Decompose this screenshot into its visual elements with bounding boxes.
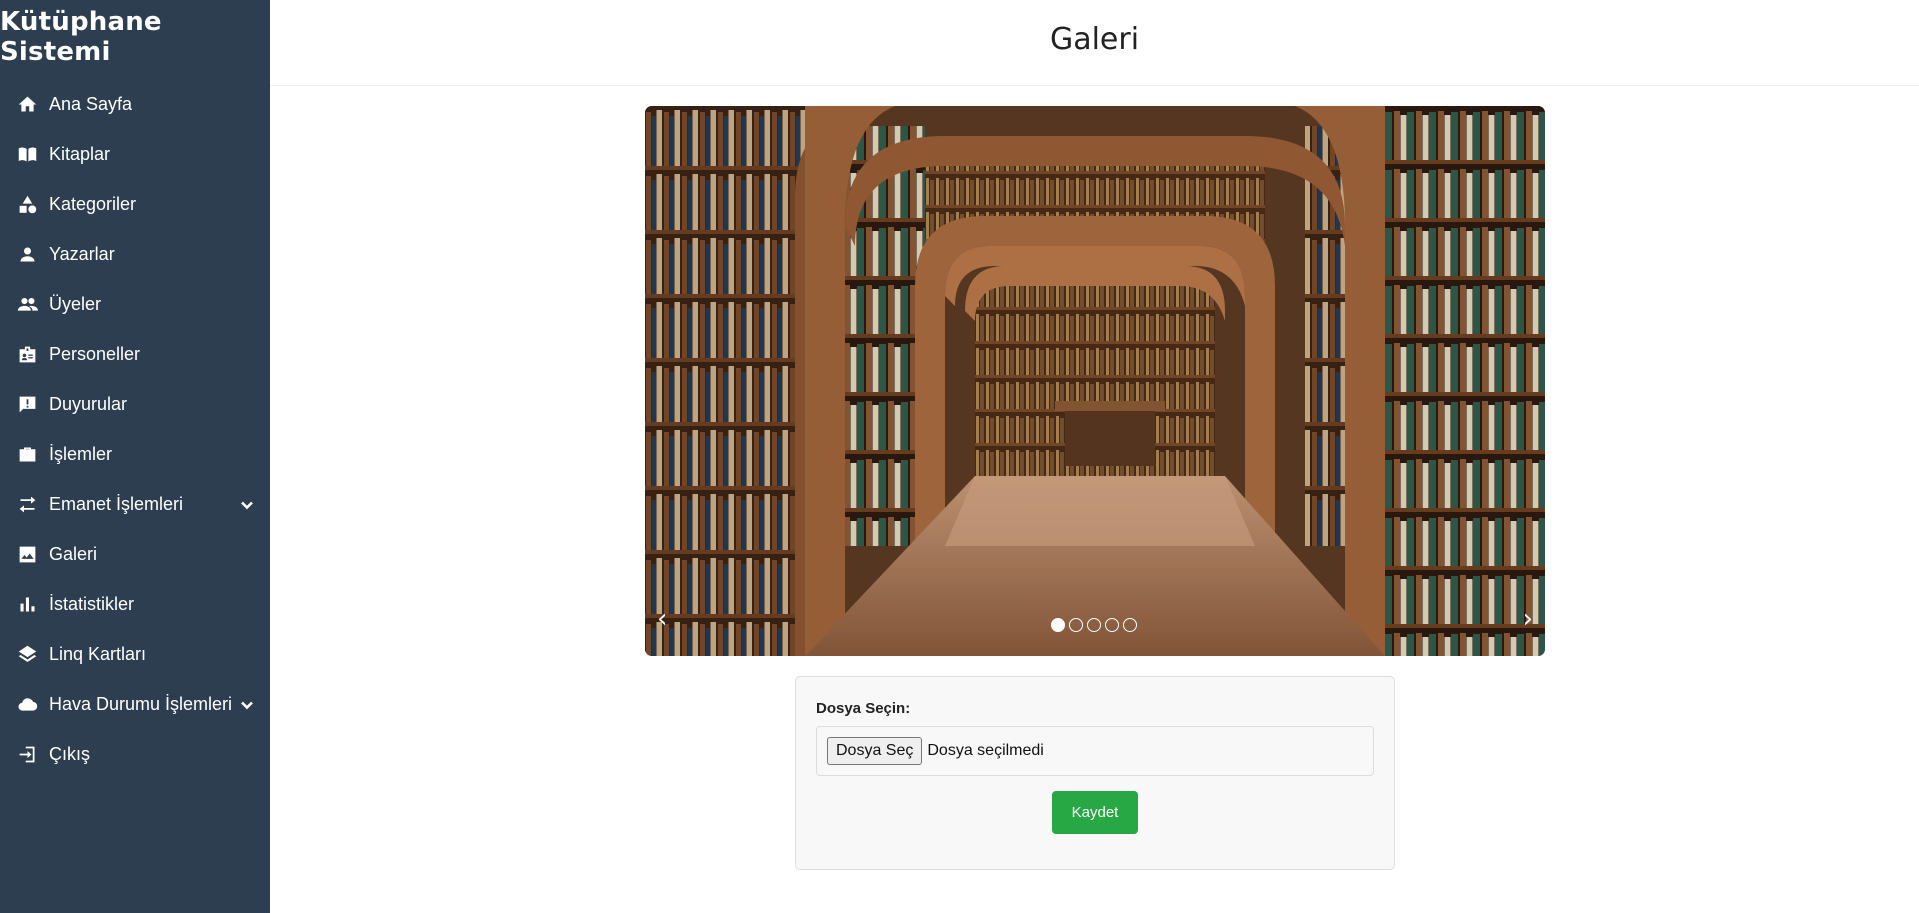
sidebar: Kütüphane Sistemi Ana Sayfa Kitaplar Kat… [0, 0, 270, 913]
sidebar-nav: Ana Sayfa Kitaplar Kategoriler Yazarlar … [0, 79, 270, 779]
carousel-dot[interactable] [1123, 618, 1137, 632]
file-status-text: Dosya seçilmedi [927, 742, 1044, 759]
carousel-dot[interactable] [1051, 618, 1065, 632]
save-button[interactable]: Kaydet [1052, 791, 1138, 834]
main-content: Galeri ‹ › Dosya Seçin: Dosya Seç Dosya … [270, 0, 1919, 913]
book-icon [16, 143, 38, 165]
page-title: Galeri [1049, 22, 1140, 57]
sidebar-item-label: Emanet İşlemleri [49, 493, 184, 514]
image-icon [16, 543, 38, 565]
sidebar-item-label: Duyurular [49, 393, 128, 414]
sidebar-item-label: Yazarlar [49, 243, 115, 264]
sidebar-item-label: Linq Kartları [49, 643, 147, 664]
sidebar-item-label: Kategoriler [49, 193, 137, 214]
sidebar-item-cikis[interactable]: Çıkış [0, 729, 270, 779]
file-input[interactable]: Dosya Seç Dosya seçilmedi [816, 726, 1374, 776]
carousel-indicators [1051, 618, 1137, 632]
sidebar-item-label: Çıkış [49, 743, 91, 764]
sidebar-item-label: Kitaplar [49, 143, 111, 164]
sidebar-item-label: Galeri [49, 543, 98, 564]
carousel-dot[interactable] [1069, 618, 1083, 632]
sidebar-item-personeller[interactable]: Personeller [0, 329, 270, 379]
sidebar-item-uyeler[interactable]: Üyeler [0, 279, 270, 329]
sidebar-item-label: Personeller [49, 343, 141, 364]
image-carousel[interactable]: ‹ › [645, 106, 1545, 656]
home-icon [16, 93, 38, 115]
layers-icon [16, 643, 38, 665]
carousel-dot[interactable] [1105, 618, 1119, 632]
file-label: Dosya Seçin: [816, 700, 911, 717]
swap-icon [16, 493, 38, 515]
carousel-next-button[interactable]: › [1523, 606, 1533, 632]
sidebar-item-yazarlar[interactable]: Yazarlar [0, 229, 270, 279]
carousel-dot[interactable] [1087, 618, 1101, 632]
cloud-icon [16, 693, 38, 715]
sidebar-item-kategoriler[interactable]: Kategoriler [0, 179, 270, 229]
sidebar-item-istatistikler[interactable]: İstatistikler [0, 579, 270, 629]
sidebar-item-label: Ana Sayfa [49, 93, 133, 114]
choose-file-button[interactable]: Dosya Seç [827, 737, 923, 765]
sidebar-item-duyurular[interactable]: Duyurular [0, 379, 270, 429]
badge-icon [16, 343, 38, 365]
chevron-down-icon[interactable] [240, 496, 254, 510]
logout-icon [16, 743, 38, 765]
sidebar-item-kitaplar[interactable]: Kitaplar [0, 129, 270, 179]
sidebar-item-label: Üyeler [49, 293, 102, 314]
sidebar-item-linq-kartlari[interactable]: Linq Kartları [0, 629, 270, 679]
sidebar-item-hava-durumu-islemleri[interactable]: Hava Durumu İşlemleri [0, 679, 270, 729]
briefcase-icon [16, 443, 38, 465]
sidebar-item-islemler[interactable]: İşlemler [0, 429, 270, 479]
people-icon [16, 293, 38, 315]
library-interior-photo [645, 106, 1545, 656]
announcement-icon [16, 393, 38, 415]
bar-chart-icon [16, 593, 38, 615]
chevron-down-icon[interactable] [240, 696, 254, 710]
sidebar-item-label: İşlemler [49, 443, 113, 464]
person-icon [16, 243, 38, 265]
sidebar-item-galeri[interactable]: Galeri [0, 529, 270, 579]
page-header: Galeri [270, 0, 1919, 86]
sidebar-item-ana-sayfa[interactable]: Ana Sayfa [0, 79, 270, 129]
sidebar-item-label: Hava Durumu İşlemleri [49, 693, 233, 714]
upload-form: Dosya Seçin: Dosya Seç Dosya seçilmedi K… [795, 676, 1395, 870]
shapes-icon [16, 193, 38, 215]
app-title: Kütüphane Sistemi [0, 7, 162, 67]
sidebar-item-label: İstatistikler [49, 593, 135, 614]
carousel-prev-button[interactable]: ‹ [657, 606, 667, 632]
sidebar-item-emanet-islemleri[interactable]: Emanet İşlemleri [0, 479, 270, 529]
